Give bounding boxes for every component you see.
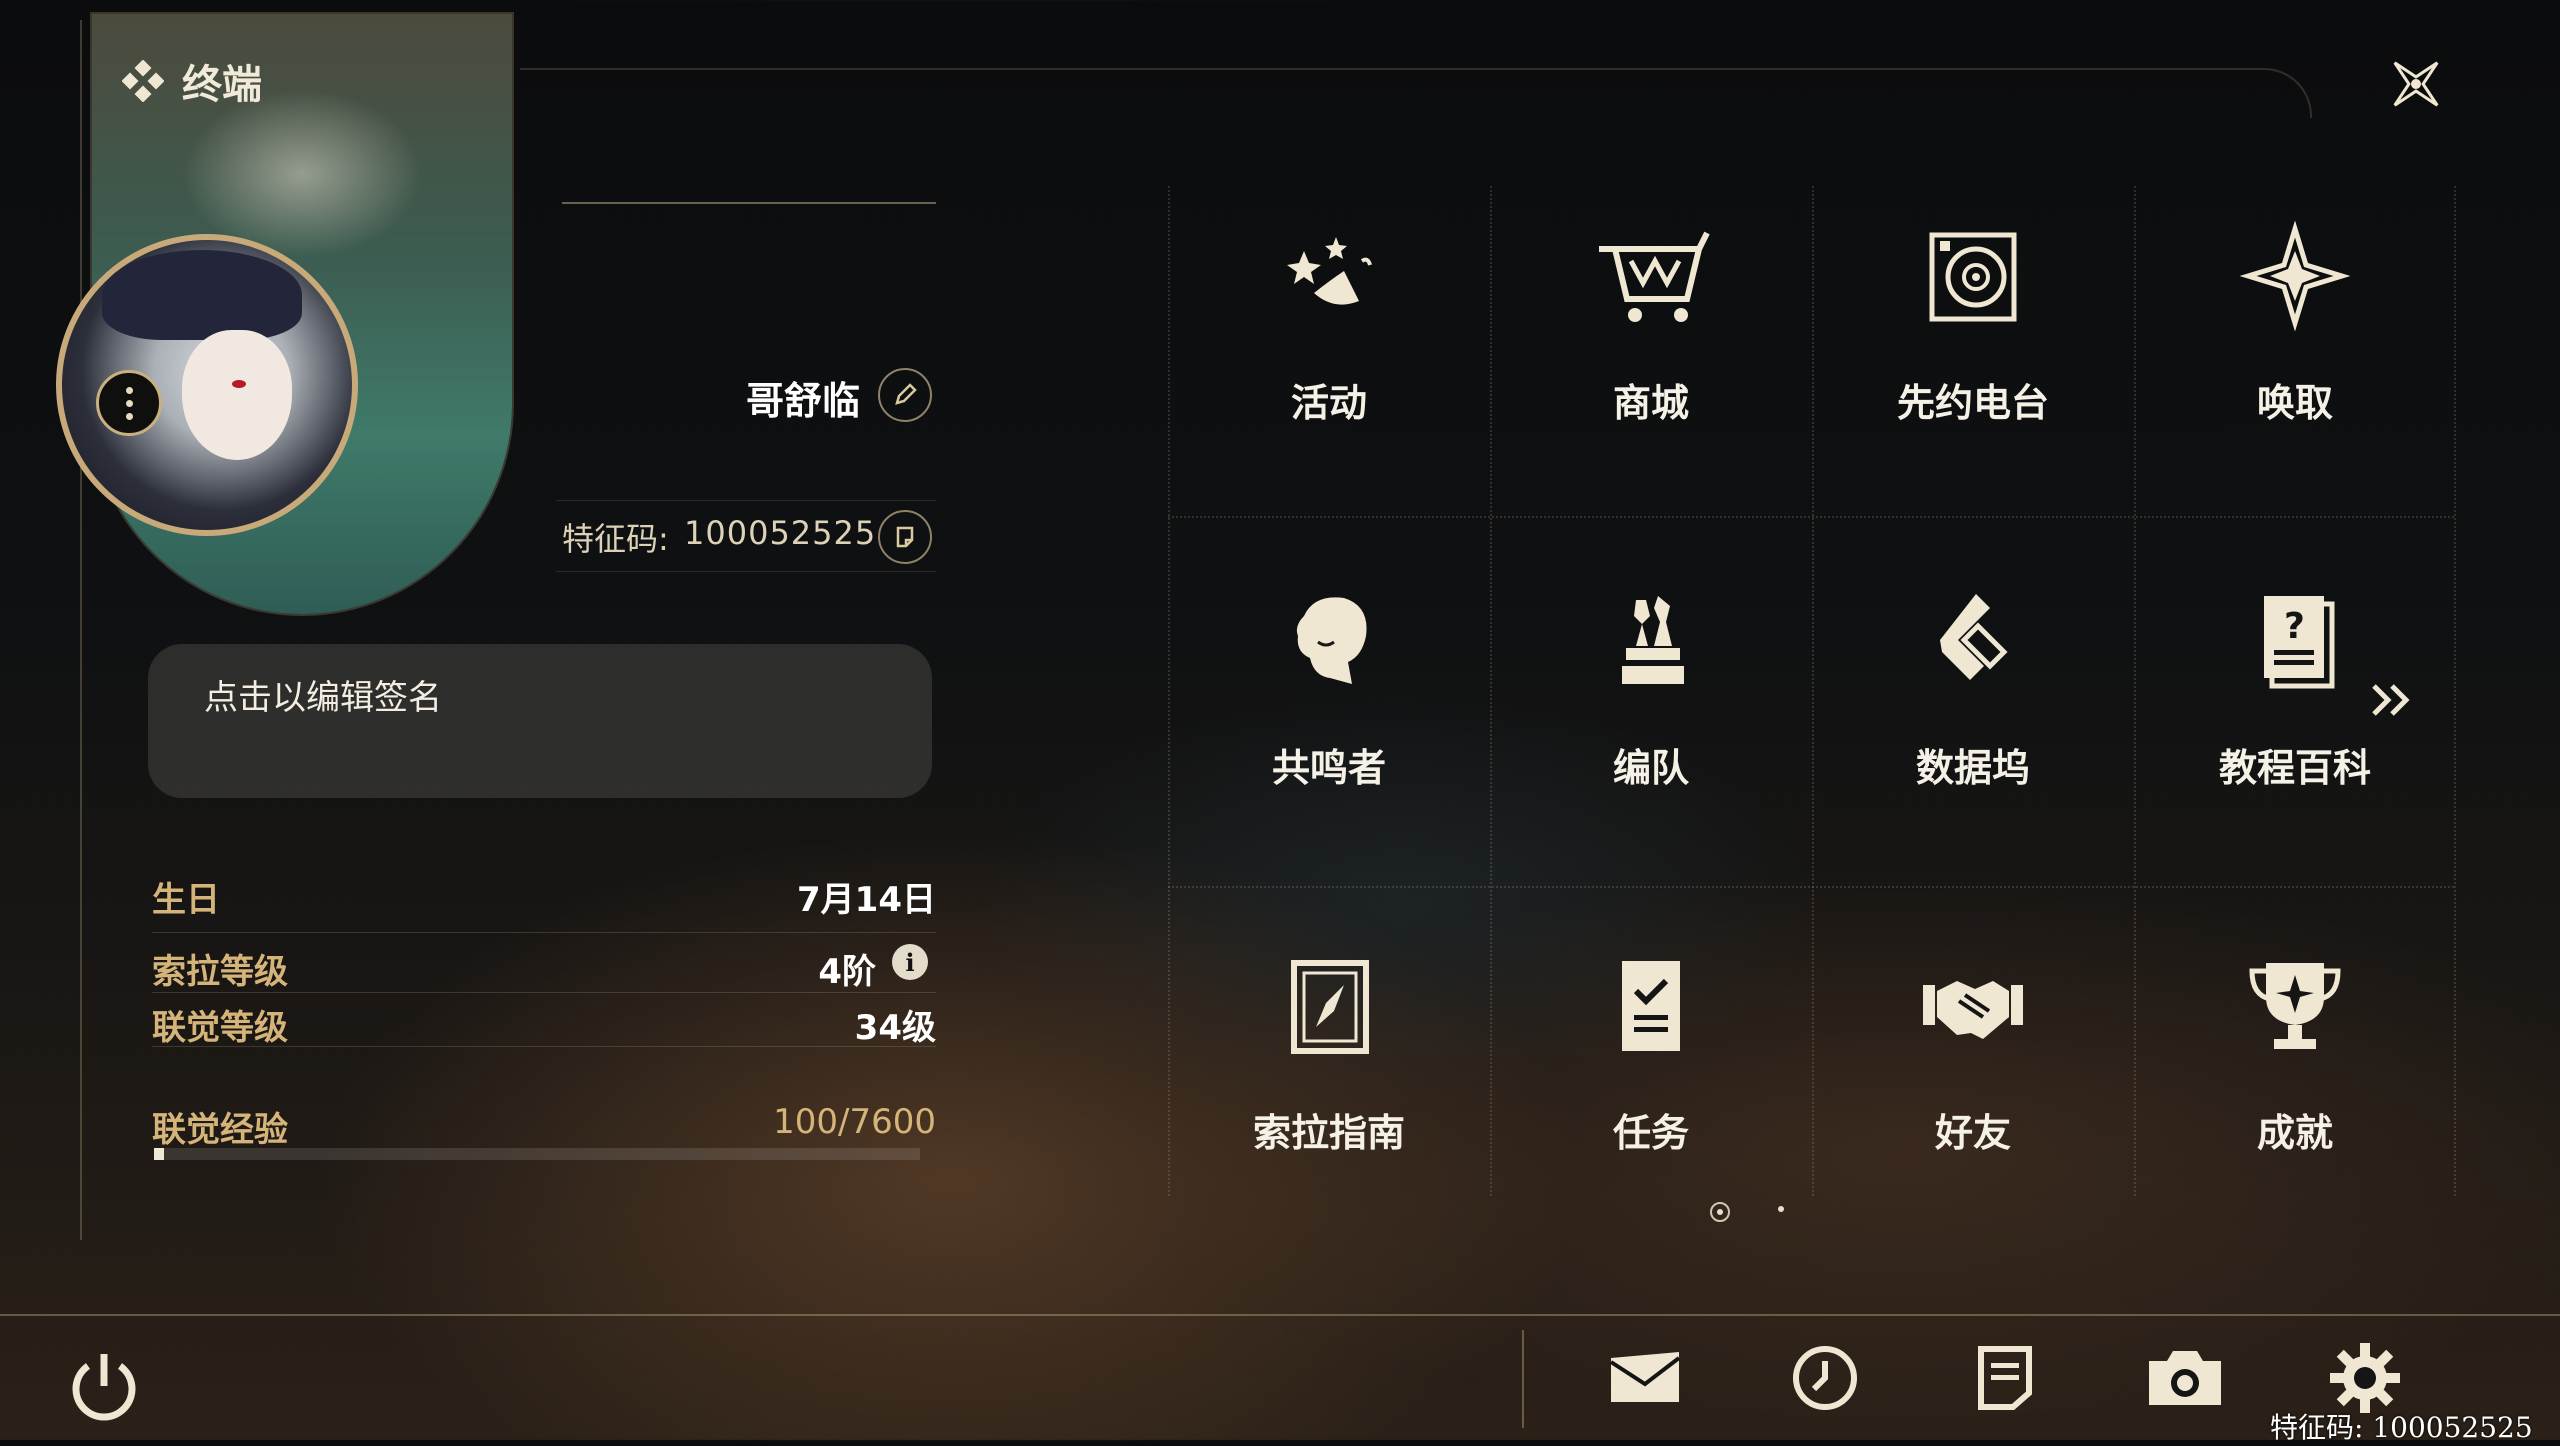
activity-stars-icon bbox=[1269, 216, 1389, 336]
menu-item-resonators[interactable]: 共鸣者 bbox=[1168, 551, 1490, 916]
page-title: 终端 bbox=[122, 52, 262, 110]
top-frame-line bbox=[520, 68, 2312, 118]
bottom-bar-divider bbox=[1522, 1330, 1524, 1428]
handshake-icon bbox=[1913, 946, 2033, 1066]
svg-text:?: ? bbox=[2284, 606, 2305, 647]
birthday-label: 生日 bbox=[152, 880, 220, 920]
camera-button[interactable] bbox=[2142, 1340, 2228, 1416]
menu-item-activity[interactable]: 活动 bbox=[1168, 186, 1490, 551]
power-button[interactable] bbox=[64, 1346, 144, 1426]
menu-item-label: 共鸣者 bbox=[1271, 746, 1386, 790]
menu-item-friends[interactable]: 好友 bbox=[1812, 916, 2134, 1281]
menu-item-label: 成就 bbox=[2256, 1111, 2333, 1155]
menu-item-tutorial[interactable]: ? 教程百科 bbox=[2134, 551, 2456, 916]
next-page-button[interactable] bbox=[2362, 670, 2422, 730]
guide-compass-icon bbox=[1269, 946, 1389, 1066]
menu-item-tasks[interactable]: 任务 bbox=[1490, 916, 1812, 1281]
mail-button[interactable] bbox=[1602, 1340, 1688, 1416]
union-level-label: 联觉等级 bbox=[152, 1008, 288, 1048]
compass-star-icon bbox=[2235, 216, 2355, 336]
page-indicator[interactable] bbox=[1778, 1206, 1784, 1212]
trophy-icon bbox=[2235, 946, 2355, 1066]
task-checklist-icon bbox=[1591, 946, 1711, 1066]
shopping-cart-icon bbox=[1591, 216, 1711, 336]
menu-item-label: 编队 bbox=[1612, 746, 1689, 790]
close-button[interactable] bbox=[2380, 48, 2452, 120]
settings-gear-icon bbox=[2330, 1343, 2400, 1413]
character-head-icon bbox=[1269, 581, 1389, 701]
uid-label: 特征码: bbox=[562, 520, 669, 558]
signature-input[interactable] bbox=[148, 644, 932, 798]
power-icon bbox=[72, 1354, 136, 1421]
uid-value: 100052525 bbox=[684, 514, 877, 552]
exp-progress-track bbox=[154, 1148, 920, 1160]
copy-icon bbox=[896, 526, 914, 548]
bottom-bar-line bbox=[0, 1314, 2560, 1316]
menu-item-label: 先约电台 bbox=[1896, 381, 2049, 425]
diamond-cluster-icon bbox=[122, 60, 164, 102]
close-star-icon bbox=[2393, 61, 2439, 107]
info-icon[interactable]: i bbox=[892, 944, 928, 980]
dot bbox=[125, 399, 133, 407]
footer-uid: 特征码: 100052525 bbox=[2270, 1411, 2533, 1444]
menu-item-label: 任务 bbox=[1612, 1111, 1689, 1155]
menu-item-data-dock[interactable]: 数据坞 bbox=[1812, 551, 2134, 916]
profile-menu-button[interactable] bbox=[96, 370, 162, 436]
avatar-hat bbox=[102, 250, 302, 340]
notice-button[interactable] bbox=[1962, 1340, 2048, 1416]
page-title-text: 终端 bbox=[182, 62, 262, 108]
data-dock-icon bbox=[1913, 581, 2033, 701]
menu-item-label: 索拉指南 bbox=[1252, 1111, 1405, 1155]
radio-speaker-icon bbox=[1913, 216, 2033, 336]
menu-item-label: 商城 bbox=[1612, 381, 1689, 425]
name-divider bbox=[562, 202, 936, 204]
sola-level-label: 索拉等级 bbox=[152, 952, 288, 992]
sola-level-value: 4阶 bbox=[818, 952, 876, 992]
notice-icon bbox=[1978, 1346, 2032, 1410]
pencil-icon bbox=[895, 383, 917, 405]
stat-separator bbox=[152, 932, 936, 933]
camera-icon bbox=[2149, 1351, 2221, 1405]
chess-pieces-icon bbox=[1591, 581, 1711, 701]
union-level-value: 34级 bbox=[854, 1008, 936, 1048]
menu-item-label: 好友 bbox=[1934, 1111, 2011, 1155]
double-chevron-right-icon bbox=[2372, 684, 2410, 716]
dot bbox=[125, 412, 133, 420]
mail-icon bbox=[1609, 1352, 1681, 1402]
menu-grid: 活动 商城 先约电台 唤取 共鸣者 编队 数据坞 ? 教程百科 索拉指南 任务 … bbox=[1168, 186, 2456, 1196]
menu-item-label: 活动 bbox=[1290, 381, 1367, 425]
union-exp-value: 100/7600 bbox=[773, 1102, 936, 1142]
menu-item-label: 唤取 bbox=[2256, 381, 2333, 425]
birthday-value: 7月14日 bbox=[797, 880, 936, 920]
menu-item-shop[interactable]: 商城 bbox=[1490, 186, 1812, 551]
dot bbox=[1717, 1209, 1723, 1215]
menu-item-achievements[interactable]: 成就 bbox=[2134, 916, 2456, 1281]
exp-progress-fill bbox=[154, 1148, 164, 1160]
union-exp-label: 联觉经验 bbox=[152, 1110, 288, 1150]
menu-item-team[interactable]: 编队 bbox=[1490, 551, 1812, 916]
left-decor-rail bbox=[80, 20, 82, 1240]
dot bbox=[125, 386, 133, 394]
clock-icon bbox=[1793, 1346, 1857, 1410]
player-name: 哥舒临 bbox=[745, 379, 860, 423]
menu-item-label: 教程百科 bbox=[2218, 746, 2371, 790]
menu-item-label: 数据坞 bbox=[1915, 746, 2030, 790]
menu-item-guide[interactable]: 索拉指南 bbox=[1168, 916, 1490, 1281]
avatar-face bbox=[182, 330, 292, 460]
signature-placeholder: 点击以编辑签名 bbox=[204, 678, 442, 718]
menu-item-radio[interactable]: 先约电台 bbox=[1812, 186, 2134, 551]
tutorial-book-icon: ? bbox=[2235, 581, 2355, 701]
edit-name-button[interactable] bbox=[878, 368, 932, 422]
avatar-eye bbox=[232, 380, 246, 388]
copy-uid-button[interactable] bbox=[878, 510, 932, 564]
page-indicator-active[interactable] bbox=[1710, 1202, 1730, 1222]
menu-item-summon[interactable]: 唤取 bbox=[2134, 186, 2456, 551]
clock-button[interactable] bbox=[1782, 1340, 1868, 1416]
settings-button[interactable] bbox=[2322, 1340, 2408, 1416]
